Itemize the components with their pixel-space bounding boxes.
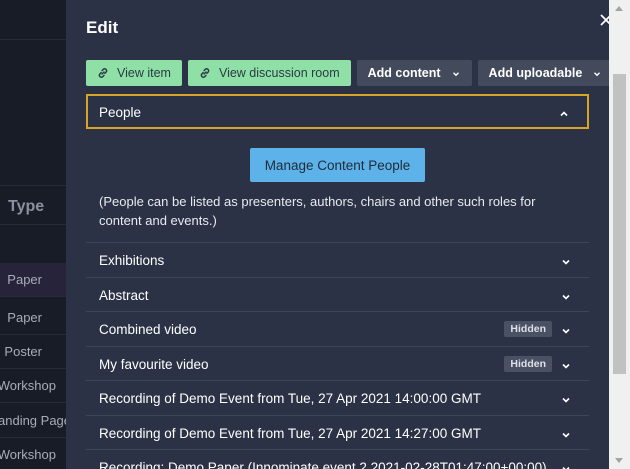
row-type: Workshop bbox=[0, 378, 56, 393]
table-row[interactable]: Paper bbox=[0, 301, 66, 335]
add-uploadable-label: Add uploadable bbox=[488, 66, 583, 80]
link-icon bbox=[199, 67, 211, 79]
scroll-down-arrow[interactable] bbox=[615, 458, 623, 463]
accordion-item[interactable]: Recording: Demo Paper (Innominate event … bbox=[86, 449, 589, 469]
table-row[interactable]: Workshop bbox=[0, 438, 66, 469]
people-section-label: People bbox=[99, 105, 142, 120]
hidden-badge: Hidden bbox=[504, 355, 552, 372]
chevron-down-icon bbox=[561, 359, 571, 369]
chevron-up-icon bbox=[559, 107, 569, 117]
accordion-item-label: Combined video bbox=[99, 322, 197, 337]
background-table: Type Paper Paper Poster Workshop anding … bbox=[0, 0, 66, 469]
accordion-item-label: Recording: Demo Paper (Innominate event … bbox=[99, 460, 547, 469]
accordion-item[interactable]: My favourite video Hidden bbox=[86, 345, 589, 381]
people-description: (People can be listed as presenters, aut… bbox=[99, 194, 536, 228]
view-discussion-room-button[interactable]: View discussion room bbox=[187, 60, 351, 86]
accordion-item[interactable]: Exhibitions bbox=[86, 242, 589, 277]
drawer-toolbar: View item View discussion room Add conte… bbox=[86, 60, 614, 86]
add-uploadable-button[interactable]: Add uploadable bbox=[477, 60, 614, 86]
row-type: Paper bbox=[7, 310, 42, 325]
accordion-item-label: Abstract bbox=[99, 287, 149, 303]
chevron-down-icon bbox=[561, 393, 571, 403]
view-item-button[interactable]: View item bbox=[86, 60, 182, 86]
table-row[interactable]: Workshop bbox=[0, 369, 66, 403]
accordion-item-label: Recording of Demo Event from Tue, 27 Apr… bbox=[99, 425, 481, 441]
row-type: anding Page bbox=[0, 413, 66, 428]
table-row[interactable]: Paper bbox=[0, 263, 66, 297]
add-content-label: Add content bbox=[367, 66, 441, 80]
edit-drawer: Edit View item View discussion room Add … bbox=[66, 0, 630, 469]
chevron-down-icon bbox=[592, 68, 602, 78]
view-discussion-room-label: View discussion room bbox=[218, 66, 340, 80]
chevron-down-icon bbox=[561, 462, 571, 469]
background-top-row bbox=[0, 0, 66, 40]
table-row[interactable]: anding Page bbox=[0, 404, 66, 438]
accordion-item[interactable]: Recording of Demo Event from Tue, 27 Apr… bbox=[86, 414, 589, 450]
chevron-down-icon bbox=[561, 290, 571, 300]
row-type: Workshop bbox=[0, 447, 56, 462]
row-type: Paper bbox=[7, 272, 42, 287]
accordion-item-label: My favourite video bbox=[99, 356, 209, 372]
type-column-label: Type bbox=[8, 198, 45, 215]
chevron-down-icon bbox=[561, 255, 571, 265]
accordion-item[interactable]: Abstract bbox=[86, 276, 589, 312]
chevron-down-icon bbox=[561, 324, 571, 334]
accordion-item[interactable]: Combined video Hidden bbox=[86, 311, 589, 346]
people-section-header[interactable]: People bbox=[86, 94, 589, 129]
hidden-badge: Hidden bbox=[504, 321, 552, 337]
chevron-down-icon bbox=[451, 68, 461, 78]
accordion-item[interactable]: Recording of Demo Event from Tue, 27 Apr… bbox=[86, 380, 589, 415]
table-row[interactable]: Poster bbox=[0, 335, 66, 369]
chevron-down-icon bbox=[561, 428, 571, 438]
accordion-item-label: Recording of Demo Event from Tue, 27 Apr… bbox=[99, 391, 481, 406]
view-item-label: View item bbox=[117, 66, 171, 80]
scroll-up-arrow[interactable] bbox=[615, 6, 623, 11]
scrollbar-thumb[interactable] bbox=[613, 74, 626, 374]
people-section-body: Manage Content People (People can be lis… bbox=[86, 129, 589, 242]
row-type: Poster bbox=[4, 344, 42, 359]
link-icon bbox=[97, 67, 109, 79]
type-column-header[interactable]: Type bbox=[0, 185, 66, 225]
add-content-button[interactable]: Add content bbox=[356, 60, 472, 86]
content-accordion: People Manage Content People (People can… bbox=[86, 94, 589, 469]
manage-content-people-button[interactable]: Manage Content People bbox=[250, 148, 425, 182]
scrollbar[interactable] bbox=[609, 0, 630, 469]
accordion-item-label: Exhibitions bbox=[99, 253, 165, 268]
drawer-title: Edit bbox=[86, 18, 119, 37]
